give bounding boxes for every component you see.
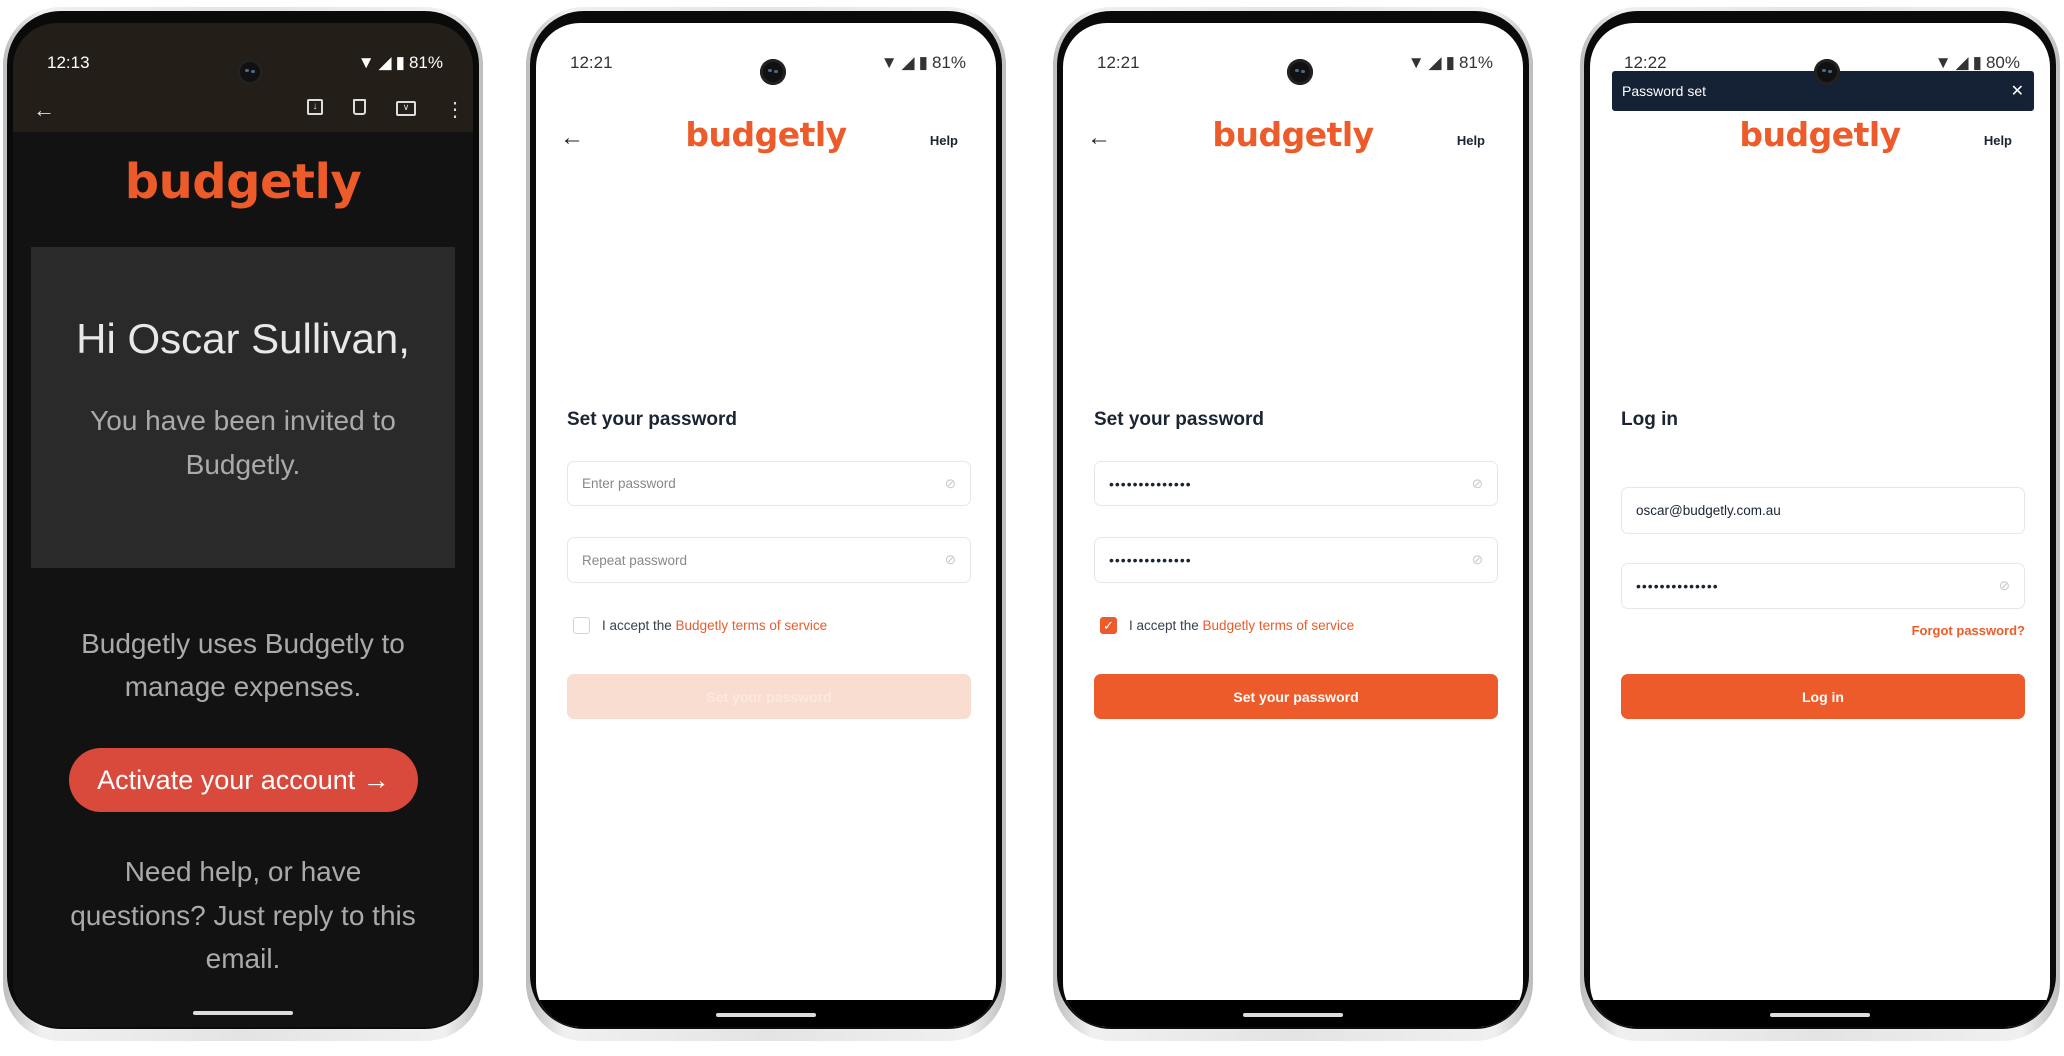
help-line-2: questions? Just reply to this bbox=[70, 900, 416, 931]
forgot-password-link[interactable]: Forgot password? bbox=[1912, 623, 2025, 638]
toast-message: Password set bbox=[1622, 83, 1707, 99]
signal-icon: ◢ bbox=[901, 53, 915, 72]
terms-checkbox[interactable] bbox=[573, 617, 590, 634]
wifi-icon: ▼ bbox=[880, 53, 898, 72]
archive-icon[interactable]: ↓ bbox=[307, 99, 323, 115]
page-title: Set your password bbox=[1094, 409, 1264, 430]
back-arrow-icon[interactable]: ← bbox=[33, 97, 55, 123]
phone-set-password-empty: 12:21 ▼ ◢ ▮ 81% ← budgetly Help Set your pa… bbox=[526, 7, 1006, 1041]
body-line-1: Budgetly uses Budgetly to bbox=[81, 628, 405, 659]
wifi-icon: ▼ bbox=[357, 53, 375, 72]
set-password-button[interactable]: Set your password bbox=[567, 674, 971, 719]
terms-checkbox-row[interactable]: ✓ I accept the Budgetly terms of service bbox=[1100, 617, 1354, 634]
budgetly-logo: budgetly bbox=[685, 115, 847, 154]
wifi-icon: ▼ bbox=[1934, 53, 1952, 72]
battery-icon: ▮ bbox=[1972, 53, 1982, 72]
camera bbox=[237, 59, 263, 85]
email-input[interactable]: oscar@budgetly.com.au bbox=[1621, 487, 2025, 534]
home-indicator[interactable] bbox=[1770, 1013, 1870, 1017]
password-input[interactable]: •••••••••••••• ⊘ bbox=[1094, 461, 1498, 506]
close-icon[interactable]: ✕ bbox=[2011, 81, 2024, 101]
help-link[interactable]: Help bbox=[1984, 133, 2012, 148]
eye-off-icon[interactable]: ⊘ bbox=[945, 476, 956, 492]
home-indicator[interactable] bbox=[193, 1011, 293, 1015]
terms-checkbox-row[interactable]: I accept the Budgetly terms of service bbox=[573, 617, 827, 634]
set-password-button[interactable]: Set your password bbox=[1094, 674, 1498, 719]
budgetly-logo: budgetly bbox=[1212, 115, 1374, 154]
password-input[interactable]: Enter password ⊘ bbox=[567, 461, 971, 506]
help-line-1: Need help, or have bbox=[124, 856, 362, 887]
status-time: 12:21 bbox=[1097, 53, 1140, 72]
camera bbox=[760, 59, 786, 85]
eye-off-icon[interactable]: ⊘ bbox=[1999, 578, 2010, 594]
signal-icon: ◢ bbox=[1428, 53, 1442, 72]
help-line-3: email. bbox=[205, 943, 281, 974]
login-button[interactable]: Log in bbox=[1621, 674, 2025, 719]
status-time: 12:13 bbox=[47, 53, 90, 72]
mark-unread-icon[interactable]: ∨ bbox=[396, 101, 416, 116]
more-vert-icon[interactable]: ⋮ bbox=[445, 97, 465, 122]
page-title: Set your password bbox=[567, 409, 737, 430]
phone-set-password-filled: 12:21 ▼ ◢ ▮ 81% ← budgetly Help Set your pa… bbox=[1053, 7, 1533, 1041]
delete-icon[interactable] bbox=[353, 99, 366, 115]
password-input[interactable]: •••••••••••••• ⊘ bbox=[1621, 563, 2025, 609]
invite-line-2: Budgetly. bbox=[185, 449, 301, 480]
help-link[interactable]: Help bbox=[1457, 133, 1485, 148]
terms-label: I accept the Budgetly terms of service bbox=[1129, 618, 1354, 633]
repeat-password-value: •••••••••••••• bbox=[1109, 552, 1192, 568]
home-indicator[interactable] bbox=[1243, 1013, 1343, 1017]
battery-level: 81% bbox=[931, 53, 966, 72]
home-indicator[interactable] bbox=[716, 1013, 816, 1017]
signal-icon: ◢ bbox=[378, 53, 392, 72]
help-link[interactable]: Help bbox=[930, 133, 958, 148]
terms-checkbox-checked[interactable]: ✓ bbox=[1100, 617, 1117, 634]
battery-icon: ▮ bbox=[395, 53, 405, 72]
repeat-password-input[interactable]: Repeat password ⊘ bbox=[567, 537, 971, 583]
repeat-password-input[interactable]: •••••••••••••• ⊘ bbox=[1094, 537, 1498, 583]
terms-link[interactable]: Budgetly terms of service bbox=[1203, 618, 1355, 633]
terms-link[interactable]: Budgetly terms of service bbox=[676, 618, 828, 633]
status-time: 12:21 bbox=[570, 53, 613, 72]
battery-level: 81% bbox=[408, 53, 443, 72]
password-value: •••••••••••••• bbox=[1109, 475, 1192, 492]
body-line-2: manage expenses. bbox=[124, 671, 362, 702]
invite-line-1: You have been invited to bbox=[90, 405, 396, 436]
repeat-password-placeholder: Repeat password bbox=[582, 552, 688, 568]
signal-icon: ◢ bbox=[1955, 53, 1969, 72]
eye-off-icon[interactable]: ⊘ bbox=[1472, 552, 1483, 568]
phone-login: 12:22 ▼ ◢ ▮ 80% Password set ✕ budgetly Hel… bbox=[1580, 7, 2060, 1041]
activate-account-button[interactable]: Activate your account → bbox=[69, 748, 418, 812]
greeting: Hi Oscar Sullivan, bbox=[76, 315, 410, 362]
eye-off-icon[interactable]: ⊘ bbox=[945, 552, 956, 568]
page-title: Log in bbox=[1621, 409, 1678, 430]
accept-text: I accept the bbox=[602, 618, 676, 633]
camera bbox=[1287, 59, 1313, 85]
eye-off-icon[interactable]: ⊘ bbox=[1472, 476, 1483, 492]
accept-text: I accept the bbox=[1129, 618, 1203, 633]
status-time: 12:22 bbox=[1624, 53, 1667, 72]
battery-level: 80% bbox=[1985, 53, 2020, 72]
battery-level: 81% bbox=[1458, 53, 1493, 72]
battery-icon: ▮ bbox=[1445, 53, 1455, 72]
password-value: •••••••••••••• bbox=[1636, 578, 1719, 594]
budgetly-logo: budgetly bbox=[124, 154, 362, 210]
wifi-icon: ▼ bbox=[1407, 53, 1425, 72]
camera bbox=[1814, 59, 1840, 85]
email-value: oscar@budgetly.com.au bbox=[1636, 503, 1781, 518]
phone-email: 12:13 ▼ ◢ ▮ 81% ← ↓ ∨ ⋮ budgetly Hi Oscar S… bbox=[3, 7, 483, 1041]
terms-label: I accept the Budgetly terms of service bbox=[602, 618, 827, 633]
password-placeholder: Enter password bbox=[582, 476, 676, 491]
battery-icon: ▮ bbox=[918, 53, 928, 72]
budgetly-logo: budgetly bbox=[1739, 115, 1901, 154]
